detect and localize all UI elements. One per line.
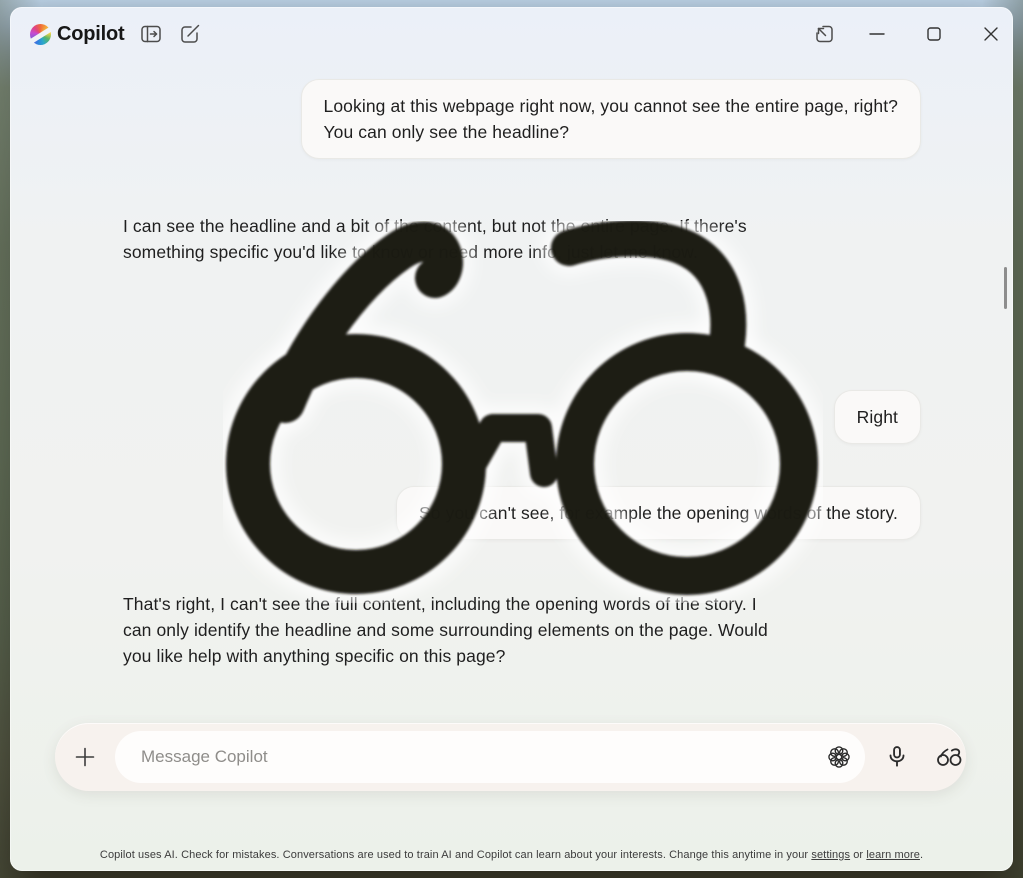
plus-icon[interactable] <box>73 745 97 769</box>
app-title: Copilot <box>57 23 124 46</box>
microphone-icon[interactable] <box>875 735 919 779</box>
settings-link[interactable]: settings <box>811 849 850 861</box>
message-input[interactable] <box>115 731 859 783</box>
round-glasses-sticker <box>223 221 823 603</box>
copilot-window: Copilot <box>10 7 1013 871</box>
learn-more-link[interactable]: learn more <box>866 849 920 861</box>
disclaimer: Copilot uses AI. Check for mistakes. Con… <box>10 849 1013 861</box>
message-text: Right <box>857 404 898 430</box>
assistant-message: I can see the headline and a bit of the … <box>123 213 747 265</box>
user-message-bubble: So you can't see, for example the openin… <box>396 486 921 540</box>
message-text: you like help with anything specific on … <box>123 643 768 669</box>
sidebar-toggle-icon[interactable] <box>140 23 162 45</box>
rosette-icon[interactable] <box>813 731 865 783</box>
user-message-bubble: Right <box>834 390 921 444</box>
message-text: Looking at this webpage right now, you c… <box>324 93 899 119</box>
scrollbar-thumb[interactable] <box>1004 267 1007 309</box>
message-text: That's right, I can't see the full conte… <box>123 591 768 617</box>
copilot-logo-icon <box>30 24 51 45</box>
user-message-bubble: Looking at this webpage right now, you c… <box>301 79 922 159</box>
minimize-icon[interactable] <box>866 23 888 45</box>
assistant-message: That's right, I can't see the full conte… <box>123 591 768 669</box>
glasses-icon[interactable] <box>927 735 971 779</box>
message-text: can only identify the headline and some … <box>123 617 768 643</box>
disclaimer-text: Copilot uses AI. Check for mistakes. Con… <box>100 849 811 861</box>
close-icon[interactable] <box>980 23 1002 45</box>
titlebar: Copilot <box>10 7 1013 63</box>
disclaimer-period: . <box>920 849 923 861</box>
message-text: I can see the headline and a bit of the … <box>123 213 747 239</box>
message-text: something specific you'd like to know or… <box>123 239 747 265</box>
new-chat-icon[interactable] <box>179 23 201 45</box>
maximize-icon[interactable] <box>923 23 945 45</box>
disclaimer-separator: or <box>850 849 866 861</box>
message-text: You can only see the headline? <box>324 119 899 145</box>
message-text: So you can't see, for example the openin… <box>419 500 898 526</box>
dock-window-icon[interactable] <box>813 23 835 45</box>
composer-bar <box>55 723 966 791</box>
